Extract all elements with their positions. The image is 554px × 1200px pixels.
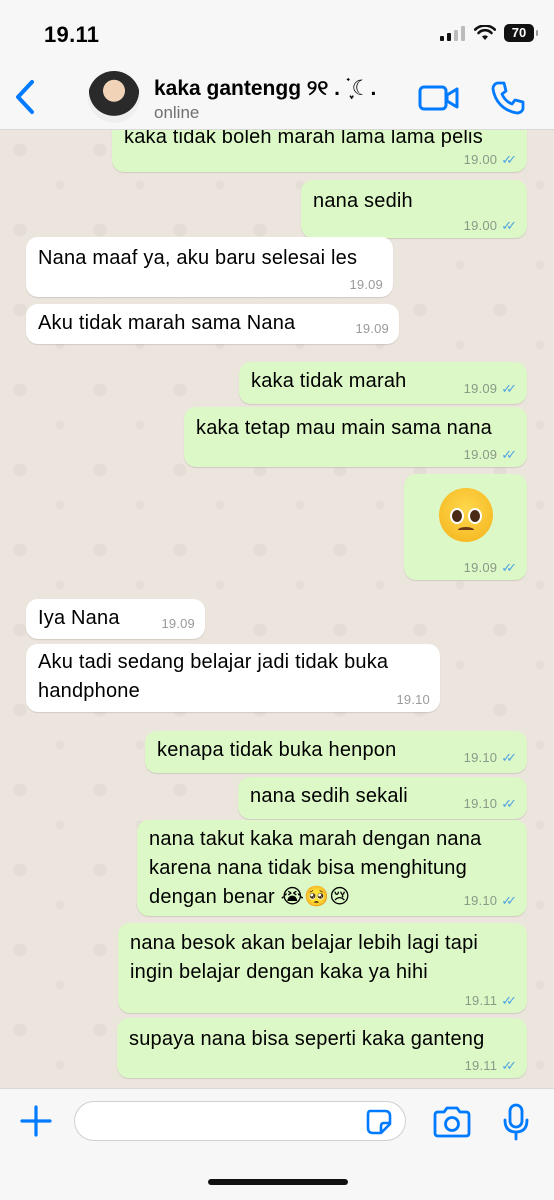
message-outgoing[interactable]: kaka tetap mau main sama nana 19.09 ✓✓ — [184, 407, 527, 467]
read-receipt-icon: ✓✓ — [501, 750, 517, 765]
sticker-icon[interactable] — [366, 1109, 392, 1135]
message-text: Aku tidak marah sama Nana — [38, 312, 296, 334]
message-time: 19.09 — [463, 447, 498, 462]
message-outgoing[interactable]: nana sedih 19.00 ✓✓ — [301, 180, 527, 238]
chat-header: kaka gantengg ୨୧ . ࣪ ִֶָ☾. online — [0, 64, 554, 130]
message-time: 19.00 — [463, 152, 498, 167]
message-time: 19.09 — [463, 381, 498, 396]
message-text: nana takut kaka marah dengan nana karena… — [149, 828, 482, 908]
message-time: 19.10 — [463, 750, 498, 765]
message-outgoing[interactable]: nana besok akan belajar lebih lagi tapi … — [118, 923, 527, 1013]
home-indicator — [208, 1179, 348, 1185]
chat-messages[interactable]: kaka tidak boleh marah lama lama pelis 1… — [0, 130, 554, 1088]
message-text: kaka tidak boleh marah lama lama pelis — [124, 130, 483, 148]
message-text: Nana maaf ya, aku baru selesai les — [38, 247, 358, 269]
status-time: 19.11 — [44, 22, 100, 47]
camera-icon[interactable] — [432, 1105, 472, 1139]
message-text: kaka tidak marah — [251, 370, 407, 392]
message-text: Iya Nana — [38, 607, 120, 629]
avatar[interactable] — [88, 71, 140, 123]
status-bar: 19.11 70 — [0, 0, 554, 64]
pleading-face-icon — [438, 488, 493, 542]
video-call-icon[interactable] — [418, 82, 460, 114]
read-receipt-icon: ✓✓ — [501, 1058, 517, 1073]
back-chevron-icon[interactable] — [10, 78, 40, 116]
signal-icon — [440, 26, 465, 41]
contact-name[interactable]: kaka gantengg ୨୧ . ࣪ ִֶָ☾. — [154, 76, 376, 101]
message-time: 19.11 — [464, 1058, 498, 1073]
message-text: supaya nana bisa seperti kaka ganteng — [129, 1028, 485, 1050]
message-incoming[interactable]: Nana maaf ya, aku baru selesai les 19.09 — [26, 237, 393, 297]
message-input[interactable] — [74, 1101, 406, 1141]
read-receipt-icon: ✓✓ — [501, 560, 517, 575]
message-outgoing-emoji[interactable]: 19.09 ✓✓ — [404, 474, 527, 580]
phone-icon[interactable] — [490, 80, 526, 116]
message-text: kenapa tidak buka henpon — [157, 739, 397, 761]
message-text: nana sedih sekali — [250, 785, 408, 807]
message-outgoing[interactable]: nana sedih sekali 19.10 ✓✓ — [238, 777, 527, 819]
message-composer — [0, 1088, 554, 1200]
microphone-icon[interactable] — [502, 1103, 530, 1141]
battery-indicator: 70 — [504, 24, 538, 42]
read-receipt-icon: ✓✓ — [501, 218, 517, 233]
message-time: 19.09 — [349, 277, 383, 292]
message-time: 19.11 — [464, 993, 498, 1008]
message-text: nana besok akan belajar lebih lagi tapi … — [130, 932, 479, 983]
wifi-icon — [474, 25, 496, 40]
read-receipt-icon: ✓✓ — [501, 796, 517, 811]
message-time: 19.09 — [161, 616, 195, 631]
message-time: 19.10 — [463, 796, 498, 811]
message-outgoing[interactable]: nana takut kaka marah dengan nana karena… — [137, 820, 527, 916]
message-time: 19.10 — [396, 692, 430, 707]
message-text: nana sedih — [313, 190, 413, 212]
message-incoming[interactable]: Aku tadi sedang belajar jadi tidak buka … — [26, 644, 440, 712]
read-receipt-icon: ✓✓ — [501, 893, 517, 908]
message-incoming[interactable]: Iya Nana 19.09 — [26, 599, 205, 639]
status-icons: 70 — [440, 24, 538, 42]
read-receipt-icon: ✓✓ — [501, 447, 517, 462]
contact-status: online — [154, 103, 200, 122]
message-time: 19.09 — [355, 321, 389, 336]
message-text: Aku tadi sedang belajar jadi tidak buka … — [38, 651, 389, 702]
read-receipt-icon: ✓✓ — [501, 381, 517, 396]
message-outgoing[interactable]: supaya nana bisa seperti kaka ganteng 19… — [117, 1018, 527, 1078]
plus-icon[interactable] — [18, 1103, 54, 1139]
read-receipt-icon: ✓✓ — [501, 152, 517, 167]
message-outgoing[interactable]: kenapa tidak buka henpon 19.10 ✓✓ — [145, 731, 527, 773]
message-text: kaka tetap mau main sama nana — [196, 417, 492, 439]
read-receipt-icon: ✓✓ — [501, 993, 517, 1008]
message-incoming[interactable]: Aku tidak marah sama Nana 19.09 — [26, 304, 399, 344]
message-time: 19.00 — [463, 218, 498, 233]
message-outgoing[interactable]: kaka tidak boleh marah lama lama pelis 1… — [112, 130, 527, 172]
message-time: 19.09 — [463, 560, 498, 575]
message-outgoing[interactable]: kaka tidak marah 19.09 ✓✓ — [239, 362, 527, 404]
message-time: 19.10 — [463, 893, 498, 908]
